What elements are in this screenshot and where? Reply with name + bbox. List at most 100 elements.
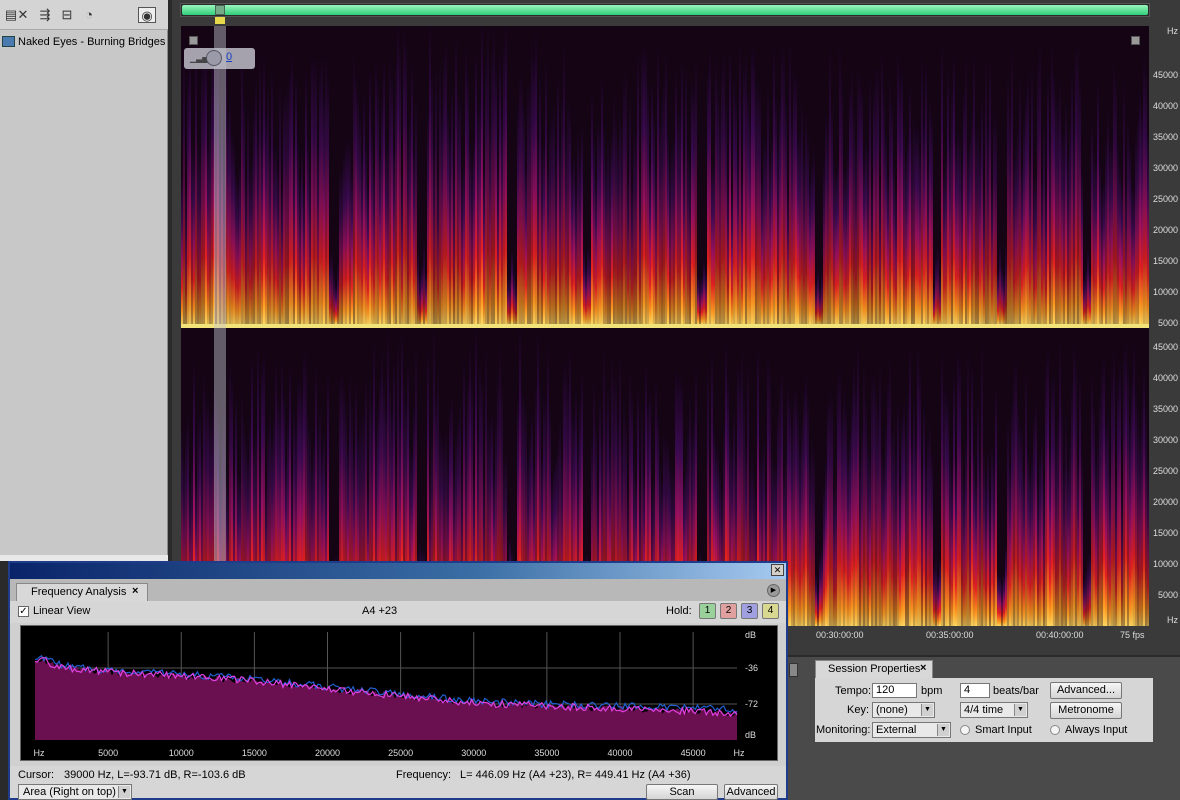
overview-range[interactable]	[182, 5, 1148, 15]
spectral-column	[997, 270, 999, 324]
metronome-button[interactable]: Metronome	[1050, 702, 1122, 719]
auto-play-icon[interactable]: ◉	[138, 7, 156, 23]
file-item[interactable]: Naked Eyes - Burning Bridges.wav	[2, 34, 166, 50]
spectral-column	[227, 110, 229, 324]
overview-thumb[interactable]	[215, 5, 225, 15]
spectral-column	[735, 95, 737, 324]
close-icon[interactable]: ×	[132, 585, 138, 597]
spectral-column	[855, 141, 857, 324]
panel-menu-icon[interactable]	[789, 663, 798, 677]
window-titlebar[interactable]: ✕	[10, 563, 786, 579]
spectral-column	[407, 130, 409, 324]
volume-value[interactable]: 0	[226, 51, 232, 63]
spectral-column	[1093, 151, 1095, 324]
window-close-button[interactable]: ✕	[771, 564, 784, 576]
always-input-radio[interactable]	[1050, 725, 1060, 735]
time-signature-select[interactable]: 4/4 time ▼	[960, 702, 1028, 718]
hold-button-4[interactable]: 4	[762, 603, 779, 619]
spectral-column	[949, 445, 951, 626]
scan-selection-button[interactable]: Scan selection	[646, 784, 718, 800]
spectral-column	[771, 138, 773, 324]
playhead-marker[interactable]	[215, 17, 225, 24]
spectral-column	[627, 174, 629, 324]
spectral-column	[873, 373, 875, 626]
spectral-column	[753, 49, 755, 324]
advanced-button[interactable]: Advanced	[724, 784, 778, 800]
spectral-column	[871, 374, 873, 626]
spectral-column	[299, 175, 301, 324]
spectral-column	[1035, 402, 1037, 626]
play-file-icon[interactable]: ◔	[80, 7, 98, 23]
spectral-column	[489, 120, 491, 324]
hud-volume-control[interactable]: ▁▃▅ 0	[184, 48, 255, 69]
beats-input[interactable]: 4	[960, 683, 990, 698]
spectral-column	[859, 454, 861, 626]
spectral-column	[989, 489, 991, 626]
spectral-column	[559, 146, 561, 324]
zoom-corner-left-icon[interactable]	[189, 36, 198, 45]
spectral-column	[639, 170, 641, 324]
hz-bottom-tick: 25000	[1152, 466, 1178, 476]
spectral-column	[247, 107, 249, 324]
hold-button-1[interactable]: 1	[699, 603, 716, 619]
spectral-column	[997, 572, 999, 626]
spectral-column	[321, 57, 323, 324]
spectral-column	[1039, 43, 1041, 324]
spectral-column	[251, 155, 253, 324]
spectral-column	[1039, 452, 1041, 626]
spectral-column	[345, 143, 347, 324]
close-icon[interactable]: ×	[920, 662, 926, 674]
spectral-column	[1137, 116, 1139, 324]
frequency-graph[interactable]: Hz 5000 10000 15000 20000 25000 30000 35000 4000…	[20, 625, 778, 761]
spectral-column	[885, 134, 887, 324]
insert-multitrack-icon[interactable]: ⇶	[36, 7, 54, 23]
current-time-indicator[interactable]	[214, 26, 226, 626]
spectral-column	[975, 477, 977, 626]
spectral-column	[1133, 343, 1135, 626]
tab-session-properties[interactable]: Session Properties ×	[815, 660, 933, 678]
spectral-column	[1087, 557, 1089, 626]
spectral-column	[1009, 466, 1011, 626]
display-mode-select[interactable]: Area (Right on top) ▼	[18, 784, 132, 800]
spectral-column	[761, 178, 763, 324]
tab-frequency-analysis[interactable]: Frequency Analysis ×	[16, 583, 148, 601]
overview-bar[interactable]	[180, 3, 1150, 17]
frequency-graph-svg[interactable]: Hz 5000 10000 15000 20000 25000 30000 35000 4000…	[21, 626, 779, 762]
spectral-column	[957, 352, 959, 626]
spectral-column	[973, 55, 975, 324]
spectral-column	[911, 131, 913, 324]
spectral-column	[991, 445, 993, 626]
spectral-column	[825, 461, 827, 626]
spectral-column	[611, 133, 613, 324]
spectral-column	[543, 144, 545, 324]
volume-knob[interactable]	[206, 50, 222, 66]
spectral-column	[195, 43, 197, 324]
spectral-column	[353, 52, 355, 324]
spectral-column	[959, 359, 961, 626]
spectral-column	[1033, 412, 1035, 626]
options-row: ✓ Linear View A4 +23 Hold: 1 2 3 4	[10, 601, 786, 623]
spectral-column	[835, 475, 837, 626]
x-tick-label: 35000	[534, 748, 559, 758]
spectral-column	[653, 113, 655, 324]
spectral-column	[995, 387, 997, 626]
smart-input-radio[interactable]	[960, 725, 970, 735]
spectral-column	[827, 118, 829, 324]
spectral-display[interactable]: ▁▃▅ 0	[181, 26, 1149, 626]
linear-view-checkbox[interactable]: ✓	[18, 606, 29, 617]
spectral-column	[891, 429, 893, 626]
advanced-button[interactable]: Advanced...	[1050, 682, 1122, 699]
monitoring-select[interactable]: External ▼	[872, 722, 951, 738]
hold-button-2[interactable]: 2	[720, 603, 737, 619]
spectral-column	[189, 53, 191, 324]
channel-left-spectrogram[interactable]	[181, 26, 1149, 324]
hold-button-3[interactable]: 3	[741, 603, 758, 619]
always-input-label: Always Input	[1065, 724, 1128, 736]
zoom-corner-right-icon[interactable]	[1131, 36, 1140, 45]
insert-cd-icon[interactable]: ⊟	[58, 7, 76, 23]
spectral-column	[349, 139, 351, 324]
close-file-icon[interactable]: ✕	[14, 7, 32, 23]
key-select[interactable]: (none) ▼	[872, 702, 935, 718]
tempo-input[interactable]: 120	[872, 683, 917, 698]
panel-menu-icon[interactable]: ▶	[767, 584, 780, 597]
